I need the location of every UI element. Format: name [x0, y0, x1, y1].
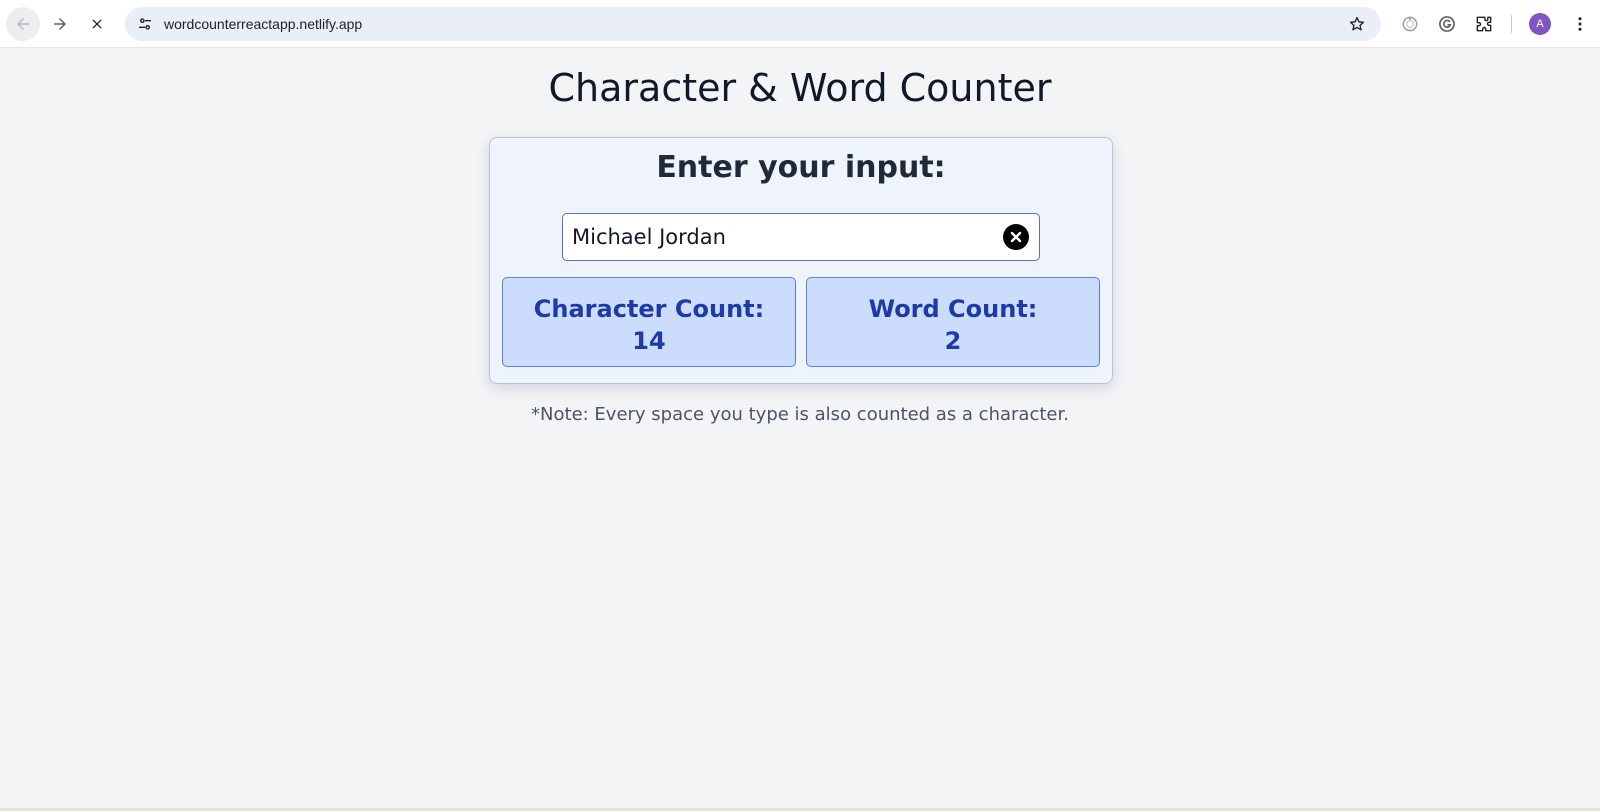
- address-bar[interactable]: wordcounterreactapp.netlify.app: [125, 7, 1381, 41]
- grammarly-icon: [1439, 16, 1455, 32]
- browser-toolbar: wordcounterreactapp.netlify.app A: [0, 0, 1600, 48]
- word-count-box: Word Count: 2: [806, 277, 1100, 367]
- forward-button[interactable]: [43, 7, 77, 41]
- browser-menu-button[interactable]: [1570, 12, 1590, 36]
- counter-card: Enter your input: Character Count: 14 Wo…: [489, 137, 1113, 384]
- site-info-button[interactable]: [133, 12, 157, 36]
- clear-input-button[interactable]: [1003, 224, 1029, 250]
- character-count-box: Character Count: 14: [502, 277, 796, 367]
- extensions-button[interactable]: [1472, 12, 1496, 36]
- arrow-right-icon: [54, 18, 66, 30]
- input-container: [562, 213, 1040, 261]
- extension-grammarly-button[interactable]: [1435, 12, 1459, 36]
- character-count-value: 14: [632, 327, 666, 355]
- clear-icon: [1010, 231, 1022, 243]
- input-heading: Enter your input:: [656, 150, 946, 185]
- page-title: Character & Word Counter: [548, 66, 1052, 110]
- word-count-value: 2: [944, 327, 962, 355]
- tune-icon: [139, 18, 151, 30]
- word-count-label: Word Count:: [868, 295, 1038, 323]
- back-button[interactable]: [6, 7, 40, 41]
- url-text[interactable]: wordcounterreactapp.netlify.app: [164, 7, 362, 41]
- star-icon: [1349, 16, 1365, 31]
- text-input[interactable]: [563, 214, 983, 260]
- toolbar-separator: [1511, 15, 1512, 33]
- more-vert-icon: [1578, 17, 1582, 31]
- profile-avatar[interactable]: A: [1529, 13, 1551, 35]
- character-count-label: Character Count:: [533, 295, 765, 323]
- puzzle-icon: [1476, 16, 1492, 32]
- note-text: *Note: Every space you type is also coun…: [531, 404, 1069, 425]
- timer-icon: [1402, 16, 1418, 32]
- close-icon: [92, 19, 102, 29]
- arrow-left-icon: [17, 18, 29, 30]
- extension-timer-button[interactable]: [1398, 12, 1422, 36]
- stop-loading-button[interactable]: [80, 7, 114, 41]
- bookmark-button[interactable]: [1345, 12, 1369, 36]
